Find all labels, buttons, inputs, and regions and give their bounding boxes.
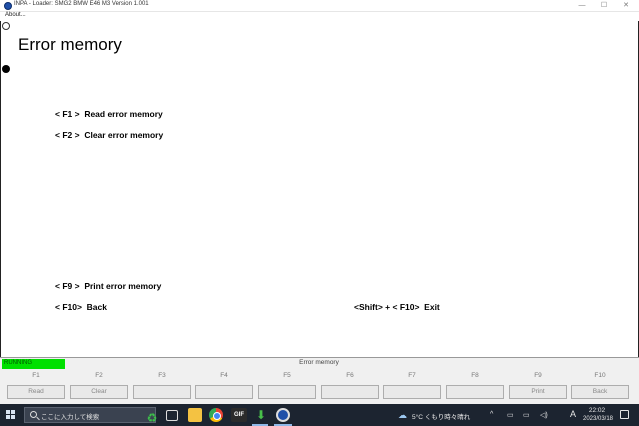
fkey-button-f10-back[interactable]: Back — [571, 385, 629, 399]
menu-about[interactable]: About... — [5, 12, 26, 18]
status-screen-name: Error memory — [299, 359, 339, 366]
title-bar: INPA - Loader: SMG2 BMW E46 M3 Version 1… — [0, 0, 639, 12]
windows-start-icon[interactable] — [6, 410, 16, 420]
fkey-label-f5: F5 — [283, 372, 291, 379]
option-key: < F1 > — [55, 109, 80, 119]
bullet-dot-icon — [2, 65, 10, 73]
option-label: Read error memory — [84, 109, 163, 119]
option-clear-error-memory[interactable]: < F2 > Clear error memory — [55, 130, 163, 140]
clock-time[interactable]: 22:02 — [582, 407, 612, 414]
function-key-bar: F1 F2 F3 F4 F5 F6 F7 F8 F9 F10 Read Clea… — [0, 369, 639, 404]
fkey-label-f8: F8 — [471, 372, 479, 379]
chrome-icon[interactable] — [209, 408, 223, 422]
page-title: Error memory — [18, 35, 122, 54]
weather-cloud-icon: ☁ — [398, 410, 407, 420]
fkey-label-f10: F10 — [594, 372, 606, 379]
option-label: Print error memory — [84, 281, 162, 291]
fkey-button-f5[interactable] — [258, 385, 316, 399]
fkey-label-f2: F2 — [95, 372, 103, 379]
option-print-error-memory[interactable]: < F9 > Print error memory — [55, 281, 161, 291]
recycle-icon: ♻ — [146, 411, 158, 425]
search-icon — [30, 411, 37, 418]
fkey-label-f9: F9 — [534, 372, 542, 379]
maximize-button[interactable]: ☐ — [593, 0, 615, 12]
fkey-button-f4[interactable] — [195, 385, 253, 399]
weather-text[interactable]: 5°C くもり時々晴れ — [412, 411, 470, 421]
option-key: <Shift> + < F10> — [354, 302, 420, 312]
fkey-button-f9-print[interactable]: Print — [509, 385, 567, 399]
option-label: Exit — [424, 302, 440, 312]
window-title: INPA - Loader: SMG2 BMW E46 M3 Version 1… — [14, 1, 149, 7]
fkey-button-f2-clear[interactable]: Clear — [70, 385, 128, 399]
gif-app-icon[interactable]: GIF — [231, 408, 247, 422]
search-placeholder: ここに入力して検索 — [41, 414, 100, 421]
download-app-icon[interactable]: ⬇ — [254, 408, 268, 422]
fkey-button-f7[interactable] — [383, 385, 441, 399]
file-explorer-icon[interactable] — [188, 408, 202, 422]
inpa-taskbar-icon[interactable] — [276, 408, 290, 422]
fkey-label-f6: F6 — [346, 372, 354, 379]
status-bar: RUNNING Error memory — [0, 357, 639, 373]
option-key: < F9 > — [55, 281, 80, 291]
fkey-label-f3: F3 — [158, 372, 166, 379]
close-button[interactable]: ✕ — [615, 0, 637, 12]
inpa-app-icon — [4, 2, 12, 10]
menu-bar: About... — [0, 12, 639, 21]
fkey-button-f1-read[interactable]: Read — [7, 385, 65, 399]
clock-date[interactable]: 2023/03/18 — [580, 416, 616, 422]
network-icon[interactable]: ▭ — [523, 411, 530, 419]
option-label: Clear error memory — [84, 130, 164, 140]
fkey-label-f4: F4 — [220, 372, 228, 379]
fkey-button-f3[interactable] — [133, 385, 191, 399]
volume-icon[interactable]: ◁) — [540, 411, 548, 419]
minimize-button[interactable]: — — [571, 0, 593, 12]
option-back[interactable]: < F10> Back — [55, 302, 107, 312]
tray-app-icon[interactable]: ▭ — [507, 411, 514, 419]
fkey-button-f6[interactable] — [321, 385, 379, 399]
option-exit[interactable]: <Shift> + < F10> Exit — [354, 302, 440, 312]
fkey-label-f7: F7 — [408, 372, 416, 379]
windows-taskbar: ここに入力して検索 ♻ GIF ⬇ ☁ 5°C くもり時々晴れ ^ ▭ ▭ ◁)… — [0, 404, 639, 426]
circle-marker-icon — [2, 22, 10, 30]
fkey-button-f8[interactable] — [446, 385, 504, 399]
option-key: < F10> — [55, 302, 82, 312]
option-key: < F2 > — [55, 130, 80, 140]
notification-icon[interactable] — [620, 410, 629, 419]
fkey-label-f1: F1 — [32, 372, 40, 379]
option-read-error-memory[interactable]: < F1 > Read error memory — [55, 109, 163, 119]
ime-indicator[interactable]: A — [570, 409, 576, 419]
tray-overflow-icon[interactable]: ^ — [490, 411, 493, 418]
option-label: Back — [86, 302, 107, 312]
task-view-icon[interactable] — [166, 410, 178, 421]
taskbar-search-box[interactable]: ここに入力して検索 ♻ — [24, 407, 158, 425]
